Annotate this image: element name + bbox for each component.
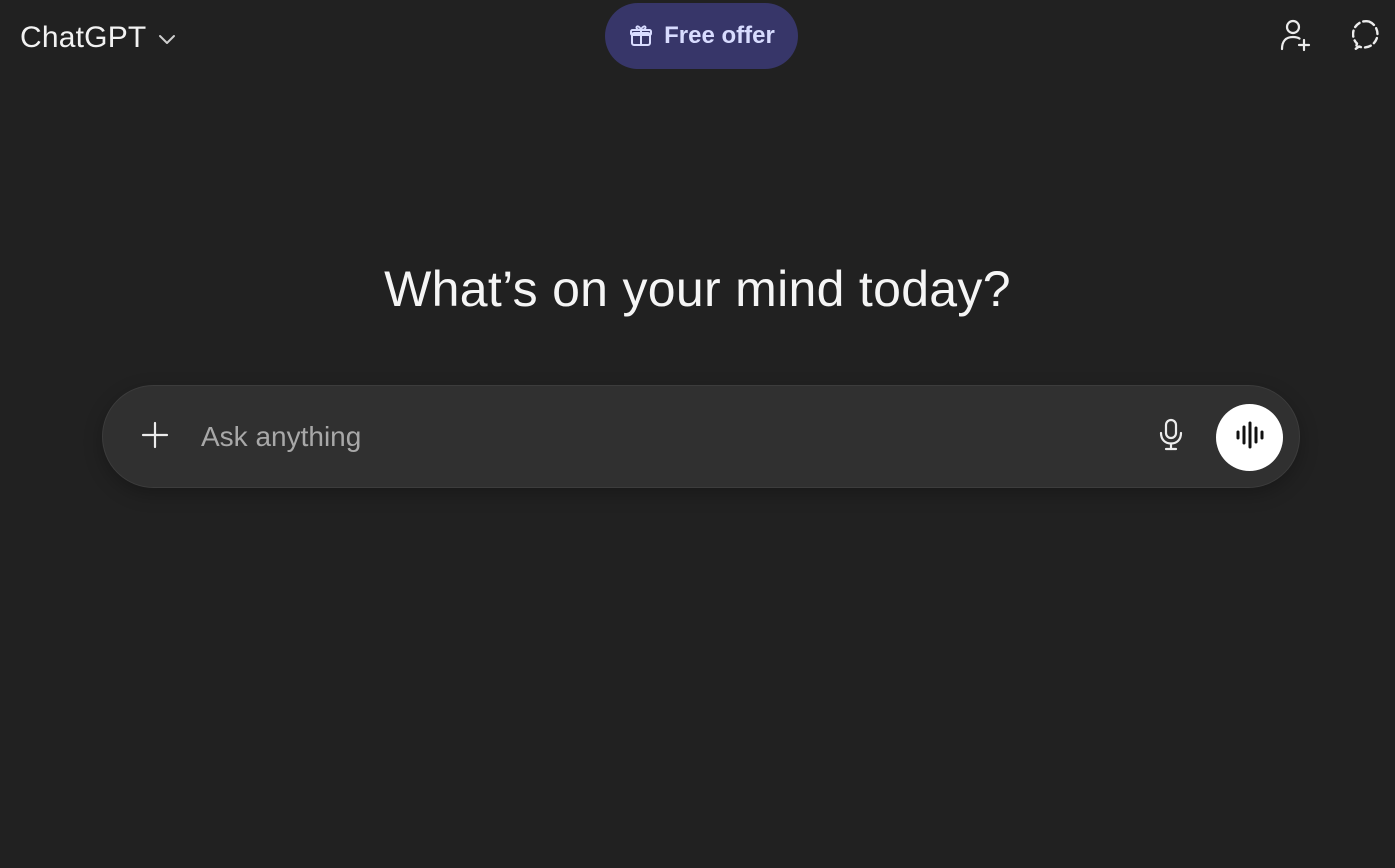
voice-mode-button[interactable]	[1216, 404, 1283, 471]
voice-waveform-icon	[1234, 419, 1266, 456]
chevron-down-icon	[156, 28, 178, 50]
page-headline: What’s on your mind today?	[384, 261, 1011, 317]
model-switcher[interactable]: ChatGPT	[20, 18, 178, 58]
temporary-chat-icon	[1351, 18, 1386, 57]
plus-icon	[140, 420, 170, 455]
prompt-composer	[102, 385, 1300, 488]
gift-icon	[628, 23, 654, 49]
attach-button[interactable]	[135, 417, 175, 457]
add-user-button[interactable]	[1275, 17, 1315, 57]
prompt-input[interactable]	[201, 412, 1101, 462]
app-title: ChatGPT	[20, 21, 147, 54]
microphone-icon	[1156, 418, 1186, 457]
free-offer-label: Free offer	[664, 22, 775, 49]
free-offer-button[interactable]: Free offer	[605, 3, 798, 69]
add-user-icon	[1278, 18, 1312, 57]
chat-home-page: ChatGPT Free offer What’s on your mind t…	[0, 0, 1395, 868]
dictate-button[interactable]	[1151, 417, 1191, 457]
temporary-chat-button[interactable]	[1349, 17, 1389, 57]
